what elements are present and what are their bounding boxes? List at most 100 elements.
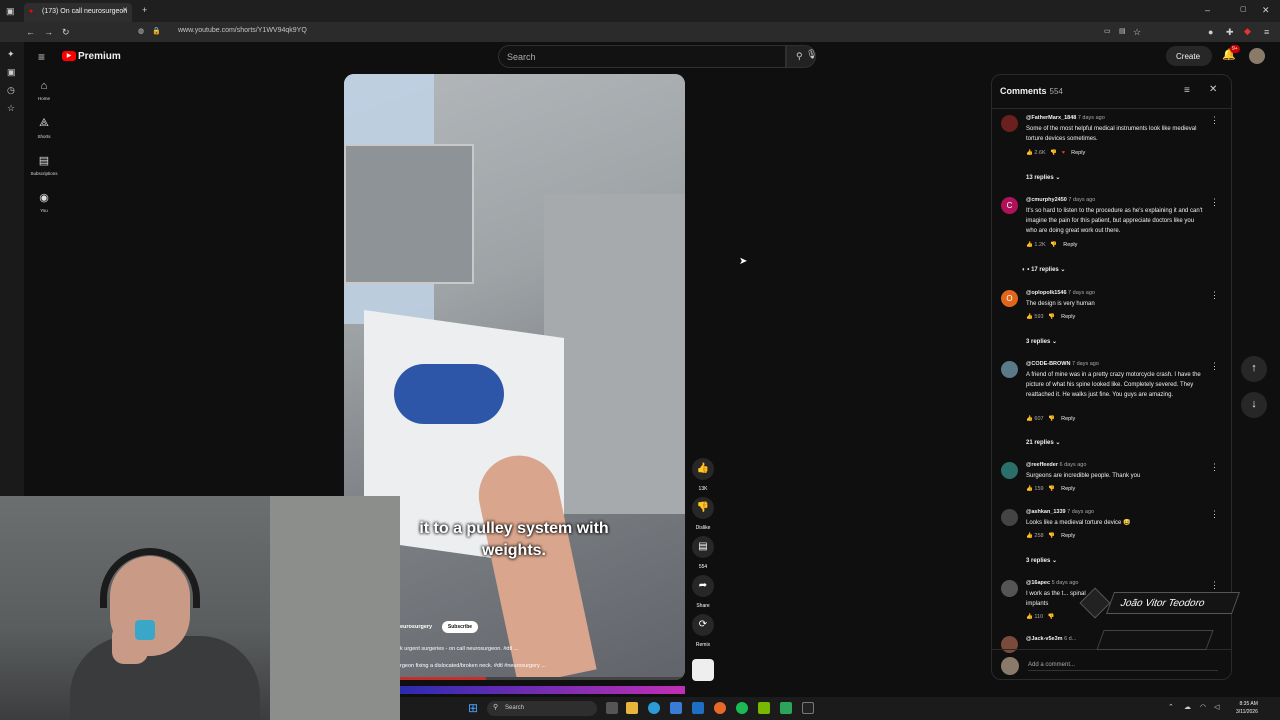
rail-history-icon[interactable]: ◷ [7,86,15,95]
store-icon[interactable] [670,702,682,714]
dislike-button[interactable]: 👎 Dislike [690,497,716,531]
url-field[interactable]: www.youtube.com/shorts/Y1WV94qk9YQ [178,27,307,34]
comment-author[interactable]: @16apec 5 days ago [1026,580,1078,586]
like-button[interactable]: 👍 13K [690,458,716,492]
screenshot-icon[interactable]: ▭ [1104,28,1111,35]
subscribe-button[interactable]: Subscribe [442,621,478,633]
add-comment-input[interactable]: Add a comment... [1028,662,1218,671]
dislike-icon[interactable]: 👎 [1048,533,1055,539]
replies-toggle[interactable]: 13 replies ⌄ [1026,174,1060,181]
more-options-icon[interactable]: ⋮ [1210,115,1219,126]
reply-button[interactable]: Reply [1071,150,1085,156]
like-icon[interactable]: 👍 [1026,533,1033,539]
next-short-button[interactable]: ↓ [1241,392,1267,418]
nav-item-home[interactable]: ⌂ Home [24,80,64,101]
minimize-icon[interactable]: – [1205,6,1210,15]
sound-thumbnail[interactable] [692,659,714,681]
comment-author[interactable]: @reeffeeder 6 days ago [1026,462,1086,468]
channel-name[interactable]: eurosurgery [400,624,432,630]
dislike-icon[interactable]: 👎 [1048,486,1055,492]
like-icon[interactable]: 👍 [1026,150,1033,156]
reply-button[interactable]: Reply [1061,416,1075,422]
reply-button[interactable]: Reply [1061,314,1075,320]
comment-author[interactable]: @oplopolk1546 7 days ago [1026,290,1095,296]
youtube-premium-logo[interactable]: Premium [78,51,121,62]
create-button[interactable]: Create [1166,46,1212,66]
browser-tab[interactable]: ● (173) On call neurosurgeon [24,3,132,22]
more-options-icon[interactable]: ⋮ [1210,462,1219,473]
reply-button[interactable]: Reply [1061,486,1075,492]
task-view-icon[interactable] [606,702,618,714]
rail-wallet-icon[interactable]: ▣ [7,68,16,77]
reply-button[interactable]: Reply [1061,533,1075,539]
dislike-icon[interactable]: 👎 [1048,314,1055,320]
firefox-icon[interactable] [714,702,726,714]
replies-toggle[interactable]: 21 replies ⌄ [1026,439,1060,446]
dislike-icon[interactable]: 👎 [1050,150,1057,156]
taskbar-search[interactable]: ⚲ Search [487,701,597,716]
comments-button[interactable]: ▤ 554 [690,536,716,570]
comment-author[interactable]: @FatherMarx_1848 7 days ago [1026,115,1105,121]
reload-icon[interactable]: ↻ [62,28,70,37]
close-icon[interactable]: ✕ [1209,85,1217,95]
extensions-puzzle-icon[interactable]: ✚ [1226,28,1234,37]
more-options-icon[interactable]: ⋮ [1210,509,1219,520]
nvidia-icon[interactable] [758,702,770,714]
sidebar-toggle-icon[interactable]: ▣ [6,7,15,16]
share-button[interactable]: ➦ Share [690,575,716,609]
file-explorer-icon[interactable] [626,702,638,714]
comment-author[interactable]: @CODE-BROWN 7 days ago [1026,361,1099,367]
close-tab-icon[interactable]: ✕ [122,7,128,14]
rail-ai-icon[interactable]: ✦ [7,50,15,59]
xbox-icon[interactable] [780,702,792,714]
extension-icon[interactable]: ● [1208,28,1213,37]
capcut-icon[interactable] [802,702,814,714]
more-options-icon[interactable]: ⋮ [1210,197,1219,208]
reader-icon[interactable]: ▤ [1119,28,1126,35]
spotify-icon[interactable] [736,702,748,714]
site-info-icon[interactable]: ◍ [138,28,144,35]
volume-icon[interactable]: ◁ [1214,704,1219,711]
nav-item-subscriptions[interactable]: ▤ Subscriptions [24,154,64,176]
video-progress-bar[interactable] [400,677,685,680]
comment-avatar[interactable] [1001,580,1018,597]
remix-button[interactable]: ⟳ Remix [690,614,716,648]
edge-icon[interactable] [648,702,660,714]
taskbar-clock[interactable]: 8:35 AM 3/11/2026 [1236,700,1258,716]
like-icon[interactable]: 👍 [1026,416,1033,422]
close-window-icon[interactable]: ✕ [1262,6,1270,15]
comment-avatar[interactable] [1001,509,1018,526]
wifi-icon[interactable]: ◠ [1200,704,1206,711]
dislike-icon[interactable]: 👎 [1050,242,1057,248]
comment-author[interactable]: @cmurphy2450 7 days ago [1026,197,1095,203]
video-description-line2[interactable]: rgeon fixing a dislocated/broken neck. #… [400,663,546,669]
comment-avatar[interactable]: C [1001,197,1018,214]
replies-toggle[interactable]: ◐ • 17 replies ⌄ [1022,266,1065,273]
like-icon[interactable]: 👍 [1026,242,1033,248]
forward-icon[interactable]: → [44,28,53,37]
rail-bookmarks-icon[interactable]: ☆ [7,104,15,113]
new-tab-icon[interactable]: + [142,6,147,15]
bookmark-star-icon[interactable]: ☆ [1133,28,1141,37]
microphone-icon[interactable]: 🎙 [806,50,817,59]
browser-menu-icon[interactable]: ≡ [1264,28,1269,37]
nav-item-you[interactable]: ◉ You [24,191,64,213]
hamburger-menu-icon[interactable]: ≡ [38,51,45,63]
dislike-icon[interactable]: 👎 [1048,416,1055,422]
like-icon[interactable]: 👍 [1026,486,1033,492]
comment-avatar[interactable] [1001,115,1018,132]
like-icon[interactable]: 👍 [1026,314,1033,320]
search-input[interactable]: Search [498,45,786,68]
reply-button[interactable]: Reply [1063,242,1077,248]
back-icon[interactable]: ← [26,28,35,37]
avatar[interactable] [1249,48,1265,64]
nav-item-shorts[interactable]: ⟁ Shorts [24,117,64,139]
windows-start-icon[interactable]: ⊞ [468,702,478,714]
replies-toggle[interactable]: 3 replies ⌄ [1026,338,1057,345]
youtube-logo-icon[interactable]: ▶ [62,51,76,61]
comment-author[interactable]: @Jack-v5e3m 6 d... [1026,636,1076,642]
sort-icon[interactable]: ≡ [1184,86,1190,96]
more-options-icon[interactable]: ⋮ [1210,361,1219,372]
more-options-icon[interactable]: ⋮ [1210,290,1219,301]
pdf-extension-icon[interactable]: ◆ [1244,27,1251,36]
